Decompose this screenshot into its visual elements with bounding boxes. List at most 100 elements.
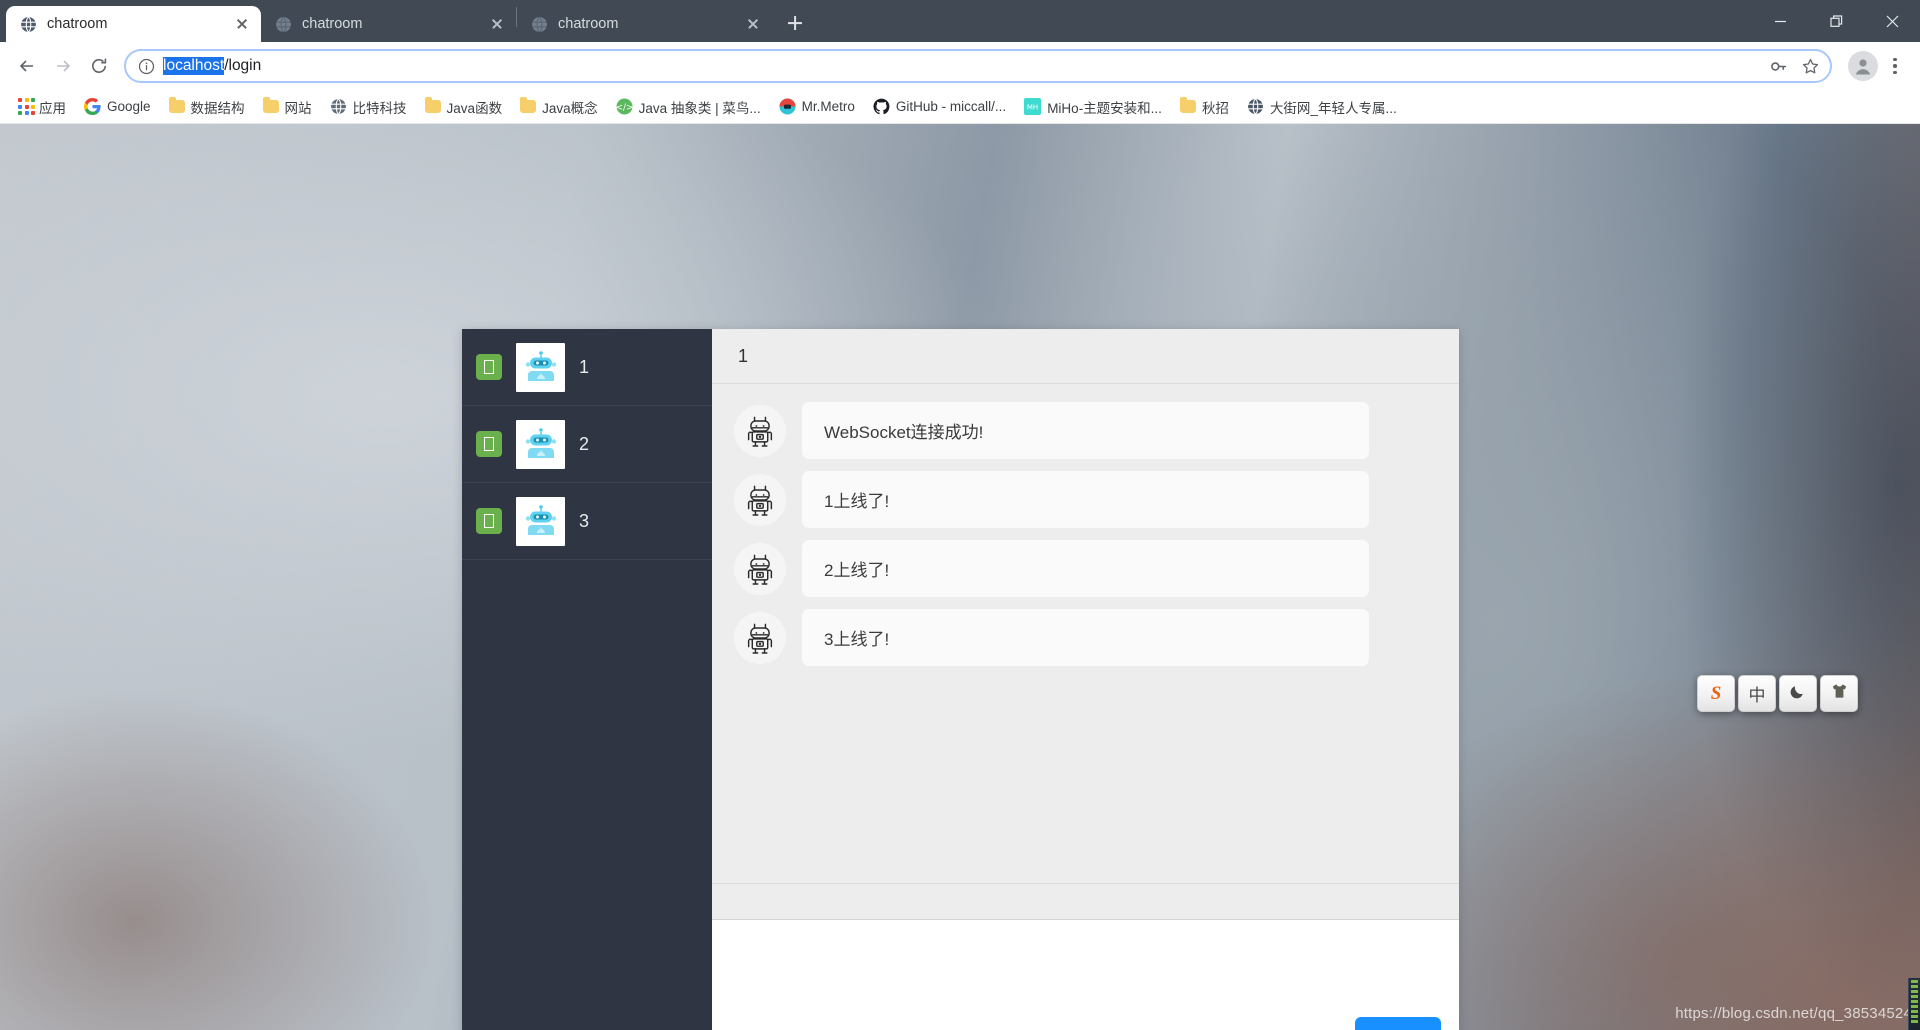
send-button[interactable]: 发送: [1355, 1017, 1441, 1030]
close-icon[interactable]: [744, 15, 762, 33]
new-tab-button[interactable]: [780, 8, 810, 38]
bookmark-google[interactable]: Google: [76, 94, 159, 119]
message-compose-area[interactable]: 发送: [712, 919, 1459, 1030]
bookmark-miho[interactable]: MH MiHo-主题安装和...: [1016, 93, 1170, 121]
list-item-label: 3: [579, 510, 590, 531]
folder-icon: [520, 97, 537, 113]
bookmark-label: 秋招: [1201, 100, 1229, 116]
chinese-mode-key[interactable]: 中: [1738, 675, 1776, 712]
browser-window: chatroom chatroom chatroom localhost/log…: [0, 0, 1920, 1030]
globe-icon: [1247, 98, 1264, 115]
tab-strip: chatroom chatroom chatroom: [0, 0, 1920, 42]
reload-icon[interactable]: [82, 49, 116, 83]
bookmark-label: Java概念: [542, 100, 598, 116]
sogou-logo-key[interactable]: S: [1697, 675, 1735, 712]
bookmark-dajie[interactable]: 大街网_年轻人专属...: [1239, 93, 1405, 121]
bookmark-apps[interactable]: 应用: [10, 93, 74, 121]
bookmark-label: Java函数: [446, 100, 503, 116]
folder-icon: [262, 97, 279, 113]
miho-icon: MH: [1024, 98, 1042, 115]
window-controls: [1752, 0, 1920, 42]
bookmark-shujujiegou[interactable]: 数据结构: [161, 93, 253, 121]
github-icon: [873, 98, 890, 115]
forward-arrow-icon[interactable]: [46, 49, 80, 83]
robot-line-icon: [734, 611, 786, 664]
url-host: localhost: [163, 57, 225, 75]
omnibox-actions: [1764, 52, 1824, 80]
bookmark-runoob-java[interactable]: </> Java 抽象类 | 菜鸟...: [608, 93, 769, 121]
globe-icon: [275, 16, 292, 33]
tab-title: chatroom: [558, 16, 619, 32]
close-button[interactable]: [1864, 0, 1920, 42]
info-circle-icon[interactable]: [138, 58, 155, 75]
message-row: 2上线了!: [712, 534, 1459, 603]
url-text[interactable]: localhost/login: [163, 57, 1756, 75]
bookmark-label: 应用: [39, 100, 66, 116]
message-text: 1上线了!: [802, 471, 1369, 528]
bookmark-wangzhan[interactable]: 网站: [255, 93, 320, 121]
online-badge-icon: [476, 354, 502, 380]
list-item[interactable]: 2: [462, 406, 712, 483]
account-avatar-icon[interactable]: [1848, 51, 1878, 81]
list-item-label: 2: [579, 433, 590, 454]
skin-key[interactable]: [1820, 675, 1858, 712]
globe-icon: [531, 16, 548, 33]
bookmark-label: 网站: [284, 100, 312, 116]
moon-mode-key[interactable]: [1779, 675, 1817, 712]
moon-icon: [1789, 682, 1807, 705]
tab-chatroom-2[interactable]: chatroom: [261, 6, 516, 42]
bookmark-github[interactable]: GitHub - miccall/...: [865, 94, 1014, 119]
list-item[interactable]: 1: [462, 329, 712, 406]
robot-avatar-icon: [516, 419, 565, 469]
bookmark-qiuzhao[interactable]: 秋招: [1172, 93, 1237, 121]
message-text: 3上线了!: [802, 609, 1369, 666]
bookmark-label: MiHo-主题安装和...: [1047, 100, 1162, 116]
robot-line-icon: [734, 473, 786, 526]
bookmark-bitekeji[interactable]: 比特科技: [322, 93, 415, 121]
folder-icon: [424, 97, 441, 113]
page-viewport: 1 2 3 1 WebSocket连接成功! 1上线了! 2上线了! 3上线了!…: [0, 124, 1920, 1030]
address-bar[interactable]: localhost/login: [124, 49, 1832, 83]
sogou-s-icon: S: [1710, 683, 1722, 704]
list-item[interactable]: 3: [462, 483, 712, 560]
message-text: 2上线了!: [802, 540, 1369, 597]
robot-line-icon: [734, 542, 786, 595]
star-icon[interactable]: [1796, 52, 1824, 80]
bookmark-java-hanshu[interactable]: Java函数: [417, 93, 511, 121]
bookmarks-bar: 应用 Google 数据结构 网站 比特科技 Java函数 Java概念 </>…: [0, 90, 1920, 124]
minimize-button[interactable]: [1752, 0, 1808, 42]
chat-room-title: 1: [712, 329, 1459, 384]
metro-icon: [779, 98, 796, 115]
message-row: 3上线了!: [712, 603, 1459, 672]
bookmark-java-gainian[interactable]: Java概念: [512, 93, 606, 121]
bookmark-label: GitHub - miccall/...: [895, 99, 1007, 114]
message-row: 1上线了!: [712, 465, 1459, 534]
bookmark-label: Java 抽象类 | 菜鸟...: [638, 100, 761, 116]
list-item-label: 1: [579, 356, 590, 377]
online-badge-icon: [476, 508, 502, 534]
chatroom-app: 1 2 3 1 WebSocket连接成功! 1上线了! 2上线了! 3上线了!: [462, 329, 1459, 1030]
close-icon[interactable]: [488, 15, 506, 33]
robot-avatar-icon: [516, 342, 565, 392]
close-icon[interactable]: [233, 15, 251, 33]
robot-avatar-icon: [516, 496, 565, 546]
restore-button[interactable]: [1808, 0, 1864, 42]
folder-icon: [1179, 97, 1196, 113]
globe-icon: [20, 16, 37, 33]
taskbar-sliver: [1908, 978, 1920, 1030]
user-list-sidebar: 1 2 3: [462, 329, 712, 1030]
back-arrow-icon[interactable]: [10, 49, 44, 83]
runoob-icon: </>: [615, 98, 633, 115]
watermark-text: https://blog.csdn.net/qq_38534524: [1675, 1005, 1912, 1022]
folder-icon: [168, 97, 185, 113]
key-icon[interactable]: [1764, 52, 1792, 80]
tab-chatroom-3[interactable]: chatroom: [517, 6, 772, 42]
tshirt-icon: [1830, 682, 1849, 706]
three-dot-menu-icon[interactable]: [1880, 49, 1910, 83]
bookmark-mr-metro[interactable]: Mr.Metro: [771, 94, 863, 119]
google-g-icon: [83, 98, 101, 115]
browser-toolbar: localhost/login: [0, 42, 1920, 90]
svg-text:MH: MH: [1027, 104, 1038, 112]
tab-chatroom-1[interactable]: chatroom: [6, 6, 261, 42]
bookmark-label: Mr.Metro: [801, 99, 855, 114]
